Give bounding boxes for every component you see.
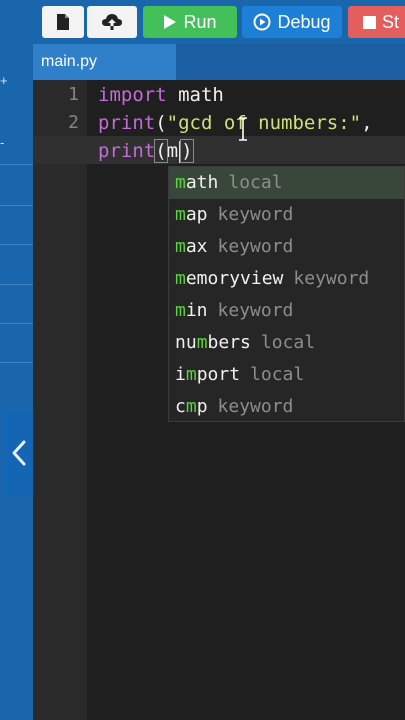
match-text: m [175, 300, 186, 321]
match-text: m [185, 396, 197, 417]
suggestion-item[interactable]: cmp keyword [169, 391, 404, 421]
suggestion-kind: local [260, 332, 316, 353]
cloud-upload-icon [102, 14, 122, 30]
suggestion-text: p [196, 396, 208, 417]
match-text: m [175, 172, 186, 193]
suggestion-kind: keyword [217, 300, 294, 321]
sidebar-divider [0, 164, 33, 165]
identifier-token: math [166, 84, 224, 106]
sidebar-divider [0, 362, 33, 363]
run-label: Run [183, 11, 217, 32]
upload-button[interactable] [87, 6, 137, 38]
tab-bar-empty [176, 44, 405, 80]
code-line-2[interactable]: print("gcd of numbers:", [98, 109, 373, 137]
suggestion-item[interactable]: map keyword [169, 199, 404, 231]
sidebar-mark-plus: + [0, 73, 8, 88]
suggestion-prefix: c [175, 396, 186, 417]
suggestion-prefix: nu [175, 332, 197, 353]
autocomplete-popup: math local map keyword max keyword memoryvi… [168, 166, 405, 422]
suggestion-text: ath [185, 172, 219, 193]
line-number: 1 [68, 84, 79, 105]
stop-button[interactable]: St [348, 6, 405, 38]
string-token: "gcd of numbers:" [166, 112, 362, 134]
match-text: m [175, 236, 186, 257]
suggestion-item[interactable]: min keyword [169, 295, 404, 327]
active-line-highlight [33, 136, 405, 164]
suggestion-text: bers [207, 332, 251, 353]
sidebar-mark-minus: - [0, 135, 5, 150]
suggestion-text: ap [185, 204, 208, 225]
sidebar-divider [0, 323, 33, 324]
suggestion-item[interactable]: math local [169, 167, 404, 199]
stop-icon [363, 15, 376, 29]
code-line-1[interactable]: import math [98, 81, 224, 109]
match-text: m [175, 268, 186, 289]
line-number-gutter: 1 2 3 [33, 80, 87, 720]
match-text: m [175, 204, 186, 225]
suggestion-item[interactable]: max keyword [169, 231, 404, 263]
suggestion-item[interactable]: memoryview keyword [169, 263, 404, 295]
sidebar: + - [0, 0, 33, 720]
ibeam-cursor-icon [239, 117, 247, 141]
line-number: 2 [68, 112, 79, 133]
function-token: print [98, 140, 156, 162]
suggestion-kind: keyword [217, 204, 294, 225]
toolbar: Run Debug St [33, 0, 405, 44]
tab-bar: main.py [33, 44, 405, 80]
chevron-left-icon [12, 440, 25, 466]
tab-main-py[interactable]: main.py [33, 44, 176, 80]
typed-token: m [166, 140, 179, 162]
sidebar-divider [0, 205, 33, 206]
suggestion-item[interactable]: numbers local [169, 327, 404, 359]
sidebar-divider [0, 244, 33, 245]
suggestion-text: ax [185, 236, 208, 257]
suggestion-kind: keyword [217, 396, 294, 417]
debug-button[interactable]: Debug [242, 6, 342, 38]
file-icon [57, 14, 69, 30]
sidebar-divider [0, 284, 33, 285]
match-text: m [196, 332, 208, 353]
debug-icon [253, 13, 271, 31]
suggestion-item[interactable]: import local [169, 359, 404, 391]
match-text: m [185, 364, 197, 385]
suggestion-text: port [196, 364, 241, 385]
run-button[interactable]: Run [143, 6, 237, 38]
comma-token: , [361, 112, 373, 134]
new-file-button[interactable] [42, 6, 84, 38]
keyword-token: import [98, 84, 167, 106]
function-token: print [98, 112, 156, 134]
suggestion-text: in [185, 300, 208, 321]
suggestion-kind: local [228, 172, 283, 193]
paren-token: ( [154, 139, 168, 163]
suggestion-kind: keyword [293, 268, 370, 289]
stop-label: St [382, 11, 400, 32]
paren-token: ( [155, 112, 167, 134]
code-line-3[interactable]: print(m) [98, 137, 194, 165]
debug-label: Debug [277, 11, 331, 32]
paren-token: ) [180, 139, 194, 163]
suggestion-kind: local [250, 364, 305, 385]
play-icon [164, 15, 177, 29]
suggestion-prefix: i [175, 364, 186, 385]
suggestion-kind: keyword [217, 236, 294, 257]
suggestion-text: emoryview [185, 268, 284, 289]
collapse-sidebar-button[interactable] [4, 410, 33, 496]
